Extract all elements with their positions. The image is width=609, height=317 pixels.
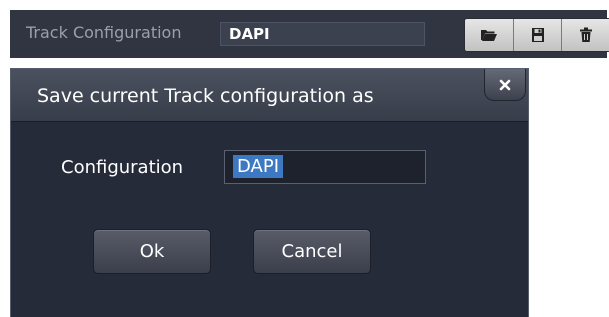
close-icon xyxy=(499,79,511,90)
save-icon xyxy=(531,28,544,42)
ok-button[interactable]: Ok xyxy=(93,229,211,274)
configuration-button-group xyxy=(464,18,609,52)
dialog-titlebar: Save current Track configuration as xyxy=(11,69,528,122)
close-button[interactable] xyxy=(484,69,526,101)
configuration-name-input[interactable]: DAPI xyxy=(224,150,426,184)
track-configuration-label: Track Configuration xyxy=(26,23,182,42)
cancel-button[interactable]: Cancel xyxy=(253,229,371,274)
delete-configuration-button[interactable] xyxy=(562,19,609,51)
save-configuration-button[interactable] xyxy=(513,19,563,51)
trash-icon xyxy=(580,27,593,42)
dialog-title: Save current Track configuration as xyxy=(37,85,374,107)
track-configuration-toolbar: Track Configuration DAPI xyxy=(10,10,609,58)
save-configuration-dialog: Save current Track configuration as Conf… xyxy=(10,68,529,317)
configuration-label: Configuration xyxy=(61,157,184,178)
open-configuration-button[interactable] xyxy=(465,19,514,51)
folder-open-icon xyxy=(480,30,497,41)
configuration-name-value: DAPI xyxy=(233,155,284,178)
track-configuration-field[interactable]: DAPI xyxy=(220,22,425,46)
